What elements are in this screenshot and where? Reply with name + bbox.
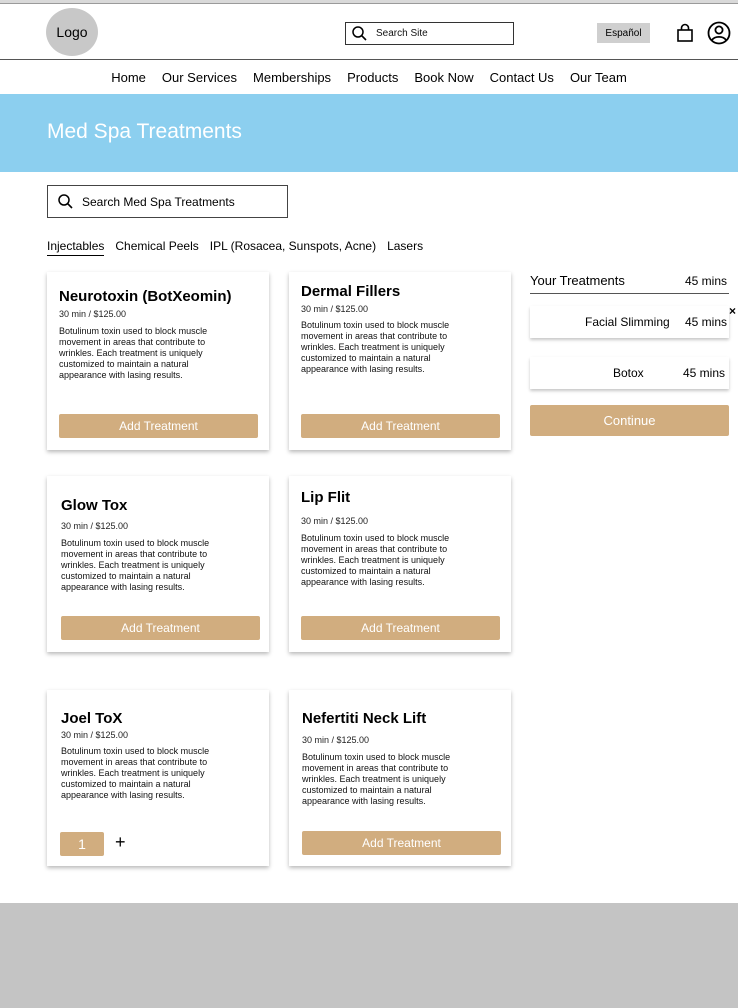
quantity-increase-button[interactable]: +	[115, 832, 126, 853]
card-title: Lip Flit	[301, 489, 351, 506]
site-search-input[interactable]: Search Site	[345, 22, 514, 45]
search-icon	[352, 26, 367, 41]
card-description: Botulinum toxin used to block muscle mov…	[301, 320, 450, 374]
treatment-card: Joel ToX 30 min / $125.00 Botulinum toxi…	[47, 690, 269, 866]
add-treatment-button[interactable]: Add Treatment	[301, 616, 500, 640]
account-icon[interactable]	[707, 21, 731, 45]
selected-treatment-item: Botox 45 mins	[530, 357, 729, 389]
footer	[0, 903, 738, 1008]
page-title: Med Spa Treatments	[47, 120, 242, 143]
add-treatment-button[interactable]: Add Treatment	[61, 616, 260, 640]
total-duration: 45 mins	[684, 274, 727, 288]
selected-treatment-name: Facial Slimming	[585, 315, 670, 329]
language-button[interactable]: Español	[597, 23, 650, 43]
treatment-search-placeholder: Search Med Spa Treatments	[82, 194, 235, 209]
main-nav: Home Our Services Memberships Products B…	[0, 61, 738, 94]
card-description: Botulinum toxin used to block muscle mov…	[59, 326, 208, 380]
nav-our-team[interactable]: Our Team	[570, 70, 627, 85]
treatment-card: Nefertiti Neck Lift 30 min / $125.00 Bot…	[289, 690, 511, 866]
card-title: Glow Tox	[61, 497, 128, 514]
add-treatment-button[interactable]: Add Treatment	[59, 414, 258, 438]
card-meta: 30 min / $125.00	[301, 304, 369, 314]
selected-treatment-name: Botox	[613, 366, 644, 380]
nav-our-services[interactable]: Our Services	[162, 70, 237, 85]
search-icon	[58, 194, 73, 209]
card-title: Neurotoxin (BotXeomin)	[59, 288, 232, 305]
card-meta: 30 min / $125.00	[301, 516, 369, 526]
treatment-search-input[interactable]: Search Med Spa Treatments	[47, 185, 288, 218]
selected-treatment-item: Facial Slimming 45 mins	[530, 306, 729, 338]
nav-products[interactable]: Products	[347, 70, 398, 85]
hero-banner: Med Spa Treatments	[0, 94, 738, 172]
card-meta: 30 min / $125.00	[59, 309, 127, 319]
card-title: Dermal Fillers	[301, 283, 401, 300]
logo[interactable]: Logo	[46, 8, 98, 56]
card-title: Nefertiti Neck Lift	[302, 710, 427, 727]
tab-ipl[interactable]: IPL (Rosacea, Sunspots, Acne)	[210, 239, 376, 256]
your-treatments-title: Your Treatments	[530, 273, 625, 288]
tab-injectables[interactable]: Injectables	[47, 239, 105, 256]
add-treatment-button[interactable]: Add Treatment	[301, 414, 500, 438]
card-description: Botulinum toxin used to block muscle mov…	[61, 538, 210, 592]
card-meta: 30 min / $125.00	[61, 730, 129, 740]
nav-book-now[interactable]: Book Now	[414, 70, 473, 85]
card-description: Botulinum toxin used to block muscle mov…	[301, 533, 450, 587]
category-tabs: Injectables Chemical Peels IPL (Rosacea,…	[47, 239, 434, 256]
tab-chemical-peels[interactable]: Chemical Peels	[115, 239, 198, 256]
nav-home[interactable]: Home	[111, 70, 146, 85]
nav-memberships[interactable]: Memberships	[253, 70, 331, 85]
treatment-card: Lip Flit 30 min / $125.00 Botulinum toxi…	[289, 476, 511, 652]
card-description: Botulinum toxin used to block muscle mov…	[302, 752, 451, 806]
card-title: Joel ToX	[61, 710, 123, 727]
treatment-card: Glow Tox 30 min / $125.00 Botulinum toxi…	[47, 476, 269, 652]
tab-lasers[interactable]: Lasers	[387, 239, 423, 256]
site-search-placeholder: Search Site	[376, 28, 428, 39]
quantity-value[interactable]: 1	[60, 832, 104, 856]
continue-button[interactable]: Continue	[530, 405, 729, 436]
card-meta: 30 min / $125.00	[61, 521, 129, 531]
card-meta: 30 min / $125.00	[302, 735, 370, 745]
selected-treatment-time: 45 mins	[685, 315, 728, 329]
treatment-card: Neurotoxin (BotXeomin) 30 min / $125.00 …	[47, 272, 269, 450]
treatment-card: Dermal Fillers 30 min / $125.00 Botulinu…	[289, 272, 511, 450]
add-treatment-button[interactable]: Add Treatment	[302, 831, 501, 855]
your-treatments-header: Your Treatments 45 mins	[530, 272, 729, 294]
shopping-bag-icon[interactable]	[676, 23, 694, 43]
nav-contact-us[interactable]: Contact Us	[490, 70, 554, 85]
site-header: Logo Search Site Español	[0, 4, 738, 60]
card-description: Botulinum toxin used to block muscle mov…	[61, 746, 210, 800]
selected-treatment-time: 45 mins	[683, 366, 726, 380]
remove-treatment-button[interactable]: ×	[729, 304, 736, 318]
